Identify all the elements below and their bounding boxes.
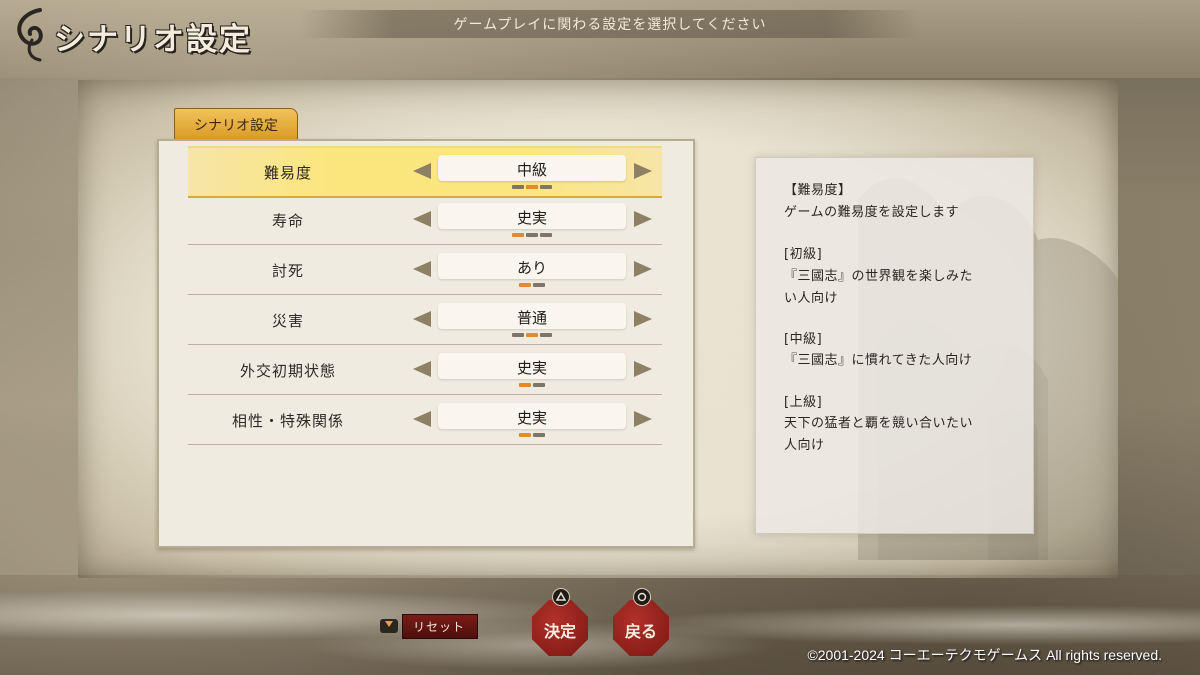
page-subtitle: ゲームプレイに関わる設定を選択してください [453, 17, 767, 33]
description-text: ゲームの難易度を設定します [784, 205, 960, 220]
back-label: 戻る [624, 622, 657, 641]
setting-row[interactable]: 難易度 中級 [188, 146, 662, 198]
option-pip [533, 433, 545, 437]
confirm-button[interactable]: 決定 [532, 588, 588, 656]
description-text: [初級] [784, 247, 823, 262]
setting-value: 史実 [516, 409, 547, 427]
circle-icon [633, 588, 651, 606]
option-indicator [438, 333, 626, 337]
option-pip [526, 233, 538, 237]
setting-value: 中級 [516, 161, 547, 179]
page-title: シナリオ設定 [54, 21, 252, 58]
option-pip [519, 283, 531, 287]
setting-value: あり [516, 259, 547, 277]
setting-value: 普通 [516, 309, 547, 327]
description-text: [中級] [784, 332, 823, 347]
arrow-right-icon[interactable] [634, 311, 652, 327]
description-panel: 【難易度】 ゲームの難易度を設定します [初級] 『三國志』の世界観を楽しみた … [755, 157, 1034, 534]
setting-value-box: 史実 [438, 203, 626, 229]
setting-value-box: 中級 [438, 155, 626, 181]
setting-row[interactable]: 寿命 史実 [188, 196, 662, 245]
option-pip [533, 283, 545, 287]
option-indicator [438, 383, 626, 387]
arrow-right-icon[interactable] [634, 411, 652, 427]
description-text: 天下の猛者と覇を競い合いたい [784, 416, 974, 431]
setting-label: 寿命 [271, 212, 304, 230]
setting-value-box: 普通 [438, 303, 626, 329]
arrow-left-icon[interactable] [413, 211, 431, 227]
arrow-left-icon[interactable] [413, 361, 431, 377]
setting-value: 史実 [516, 209, 547, 227]
arrow-right-icon[interactable] [634, 261, 652, 277]
reset-label: リセット [402, 613, 479, 639]
option-pip [519, 383, 531, 387]
reset-button[interactable]: リセット [380, 613, 479, 639]
setting-value-box: あり [438, 253, 626, 279]
setting-row[interactable]: 外交初期状態 史実 [188, 346, 662, 395]
touchpad-icon [380, 619, 398, 633]
description-text: 人向け [784, 438, 825, 453]
option-indicator [438, 283, 626, 287]
description-heading: 【難易度】 [784, 183, 852, 198]
setting-row[interactable]: 相性・特殊関係 史実 [188, 396, 662, 445]
confirm-label: 決定 [543, 622, 576, 641]
setting-label: 討死 [271, 262, 304, 280]
tab-label: シナリオ設定 [194, 118, 278, 134]
arrow-right-icon[interactable] [634, 211, 652, 227]
setting-label: 外交初期状態 [239, 362, 336, 380]
arrow-left-icon[interactable] [413, 261, 431, 277]
option-pip [526, 333, 538, 337]
arrow-right-icon[interactable] [634, 163, 652, 179]
setting-row[interactable]: 討死 あり [188, 246, 662, 295]
description-text: い人向け [784, 291, 839, 306]
setting-label: 災害 [271, 312, 304, 330]
tab-scenario-settings[interactable]: シナリオ設定 [174, 108, 298, 140]
setting-value-box: 史実 [438, 403, 626, 429]
arrow-left-icon[interactable] [413, 163, 431, 179]
option-pip [519, 433, 531, 437]
subtitle-bar: ゲームプレイに関わる設定を選択してください [300, 10, 920, 38]
option-pip [512, 333, 524, 337]
setting-value-box: 史実 [438, 353, 626, 379]
option-pip [540, 233, 552, 237]
description-text: [上級] [784, 395, 823, 410]
triangle-icon [552, 588, 570, 606]
option-pip [526, 185, 538, 189]
option-pip [540, 333, 552, 337]
setting-row[interactable]: 災害 普通 [188, 296, 662, 345]
arrow-left-icon[interactable] [413, 411, 431, 427]
option-pip [540, 185, 552, 189]
option-indicator [438, 233, 626, 237]
swirl-ornament-icon [17, 8, 43, 62]
option-pip [512, 185, 524, 189]
option-pip [512, 233, 524, 237]
description-text: 『三國志』に慣れてきた人向け [784, 353, 973, 368]
copyright-text: ©2001-2024 コーエーテクモゲームス All rights reserv… [807, 647, 1162, 663]
arrow-right-icon[interactable] [634, 361, 652, 377]
setting-value: 史実 [516, 359, 547, 377]
setting-label: 相性・特殊関係 [231, 412, 344, 430]
description-text: 『三國志』の世界観を楽しみた [784, 269, 974, 284]
option-indicator [438, 433, 626, 437]
option-pip [533, 383, 545, 387]
option-indicator [438, 185, 626, 189]
setting-label: 難易度 [263, 164, 312, 182]
screen-title: シナリオ設定 [10, 6, 252, 62]
arrow-left-icon[interactable] [413, 311, 431, 327]
back-button[interactable]: 戻る [613, 588, 669, 656]
